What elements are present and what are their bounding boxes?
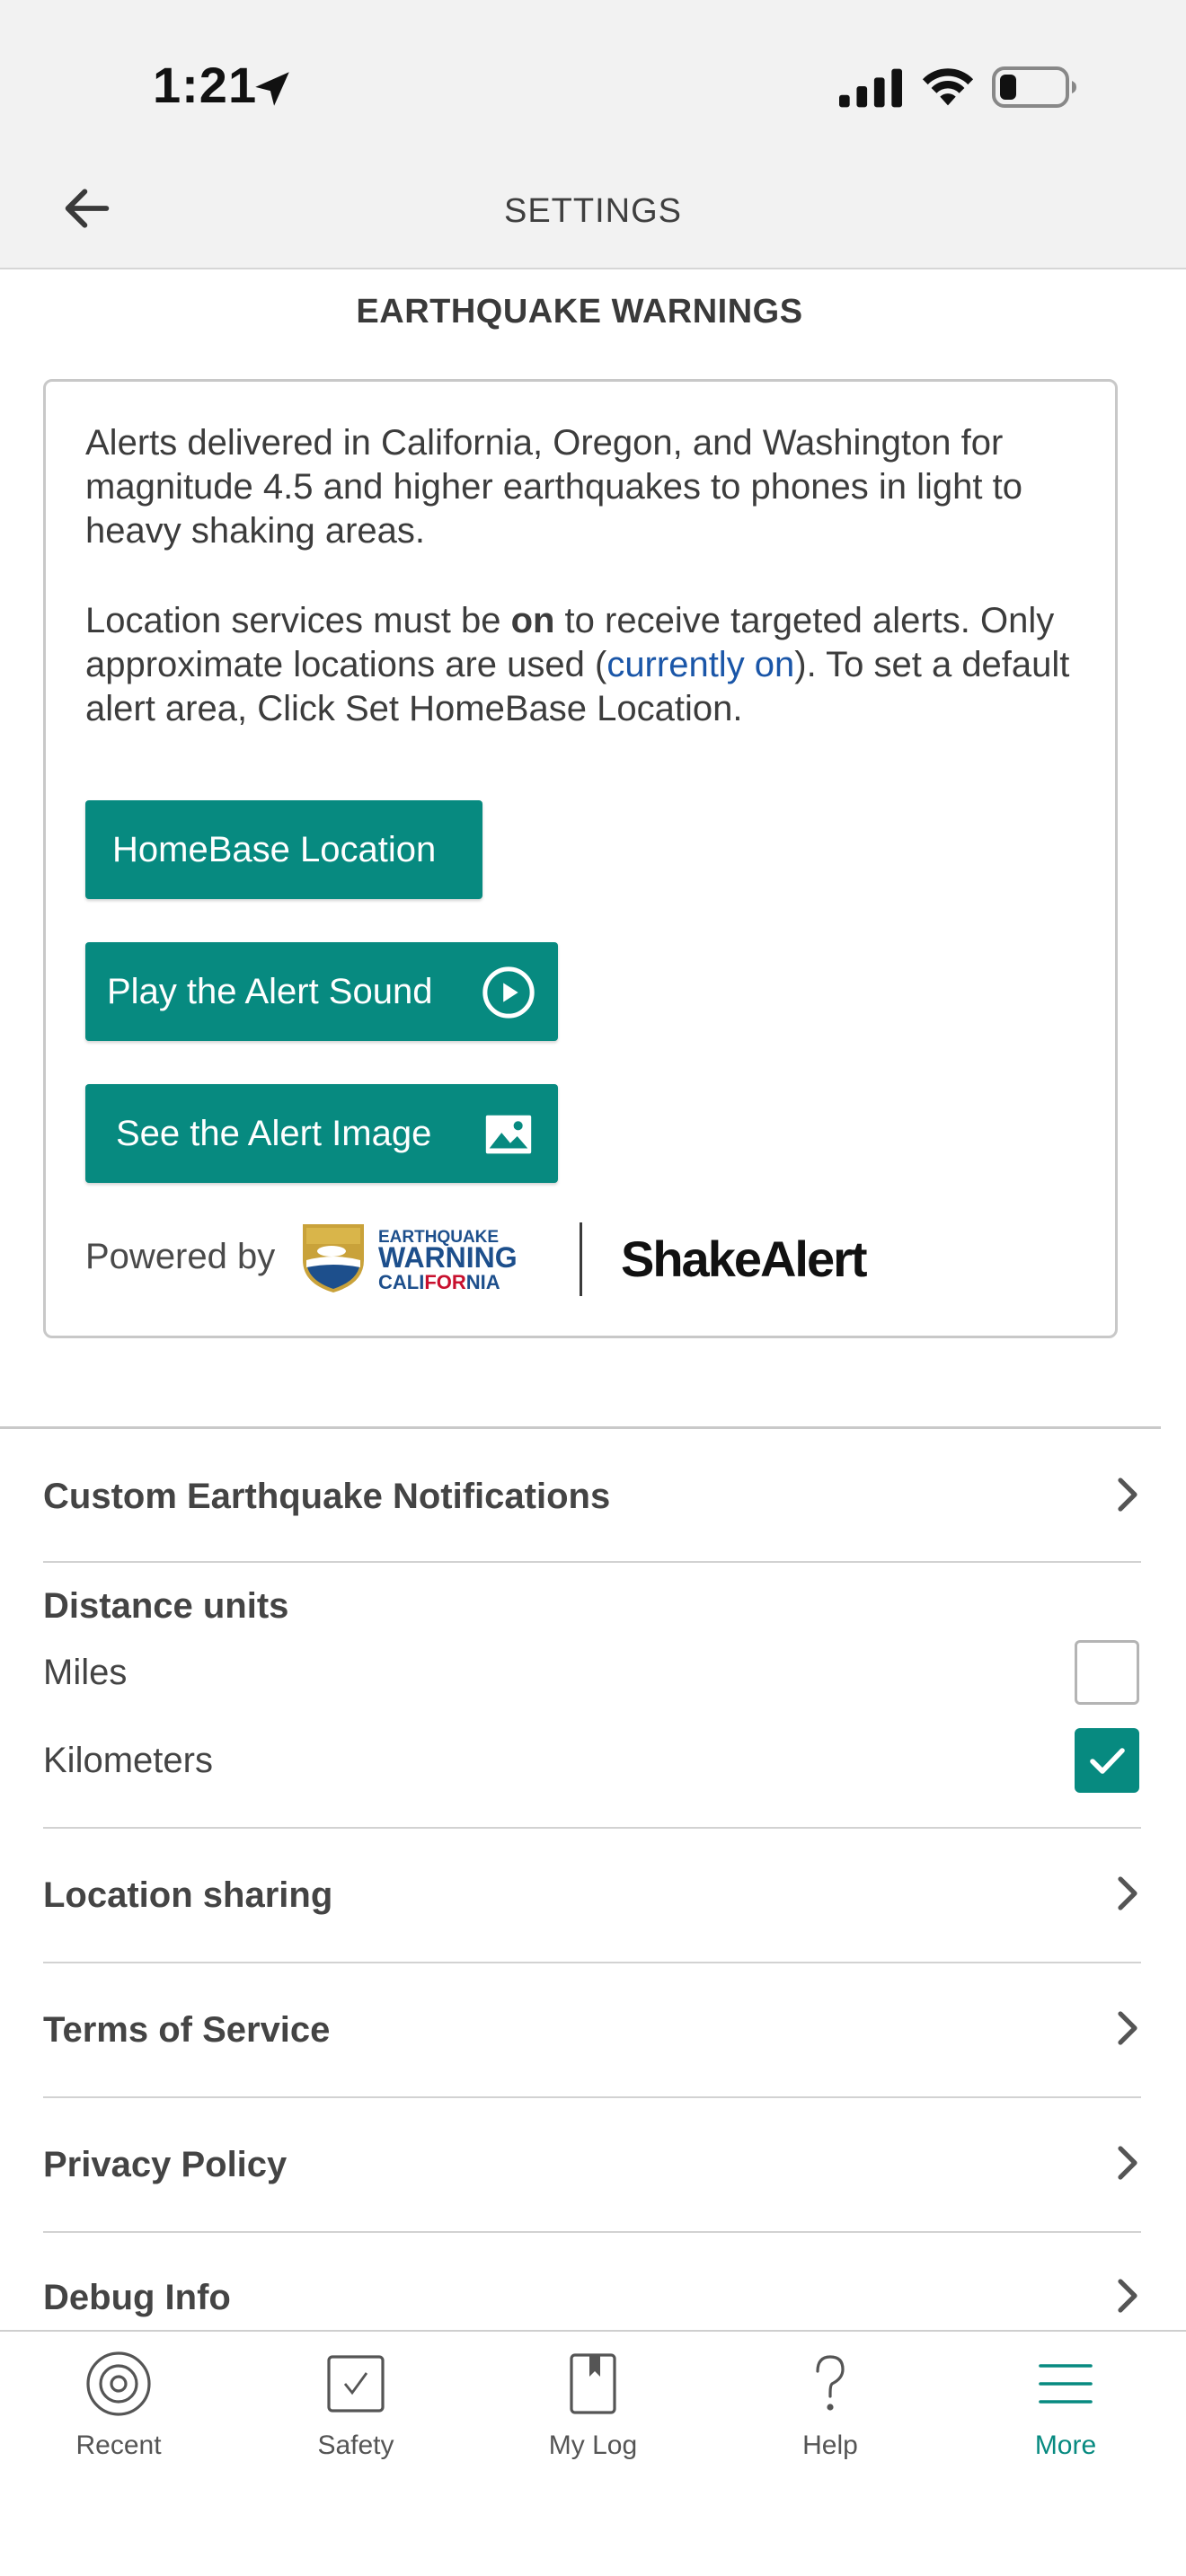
row-divider — [43, 1561, 1141, 1563]
privacy-policy-row[interactable]: Privacy Policy — [43, 2145, 1141, 2185]
terms-of-service-row[interactable]: Terms of Service — [43, 2010, 1141, 2051]
row-divider — [43, 1827, 1141, 1829]
location-status-link[interactable]: currently on — [606, 645, 794, 684]
play-alert-sound-button[interactable]: Play the Alert Sound — [85, 942, 558, 1041]
tab-safety-label: Safety — [317, 2430, 394, 2460]
play-circle-icon — [482, 966, 535, 1019]
row-divider — [43, 1962, 1141, 1963]
battery-icon — [992, 66, 1076, 108]
chevron-right-icon — [1118, 1876, 1137, 1910]
wifi-icon — [922, 68, 974, 106]
alerts-description: Alerts delivered in California, Oregon, … — [85, 423, 1022, 551]
tab-help-label: Help — [802, 2430, 858, 2460]
row-divider — [43, 2096, 1141, 2098]
homebase-location-label: HomeBase Location — [112, 829, 437, 869]
on-emphasis: on — [510, 601, 555, 640]
chevron-right-icon — [1118, 1478, 1137, 1512]
tab-help[interactable]: Help — [758, 2350, 902, 2461]
bottom-tab-bar: Recent Safety My Log Help More — [0, 2330, 1186, 2576]
custom-earthquake-notifications-row[interactable]: Custom Earthquake Notifications — [43, 1477, 1141, 1517]
image-icon — [485, 1115, 532, 1154]
tab-my-log[interactable]: My Log — [521, 2350, 665, 2461]
tab-my-log-label: My Log — [548, 2430, 638, 2460]
logo-divider — [580, 1222, 582, 1296]
chevron-right-icon — [1118, 2279, 1137, 2313]
section-divider — [0, 1426, 1161, 1429]
checkmark-icon — [1090, 1748, 1125, 1774]
location-arrow-icon — [255, 72, 289, 106]
chevron-right-icon — [1118, 2011, 1137, 2045]
menu-icon — [1039, 2364, 1093, 2404]
section-title: EARTHQUAKE WARNINGS — [356, 293, 803, 331]
earthquake-warnings-card: Alerts delivered in California, Oregon, … — [43, 379, 1118, 1338]
svg-text:WARNING: WARNING — [378, 1241, 518, 1274]
top-bar: 1:21 SETTINGS — [0, 0, 1186, 269]
tab-more[interactable]: More — [994, 2350, 1137, 2461]
distance-units-heading: Distance units — [43, 1586, 289, 1626]
location-description: Location services must be on to receive … — [85, 601, 1070, 728]
book-icon — [570, 2353, 616, 2414]
tab-recent[interactable]: Recent — [47, 2350, 190, 2461]
page-title: SETTINGS — [503, 192, 683, 230]
kilometers-option-label: Kilometers — [43, 1741, 213, 1780]
play-alert-sound-label: Play the Alert Sound — [107, 971, 433, 1011]
cellular-signal-icon — [839, 68, 902, 108]
homebase-location-button[interactable]: HomeBase Location — [85, 800, 482, 899]
chevron-right-icon — [1118, 2146, 1137, 2180]
shakealert-logo: ShakeAlert — [621, 1231, 868, 1287]
status-time: 1:21 — [153, 57, 258, 113]
tab-recent-label: Recent — [75, 2430, 162, 2460]
debug-info-row[interactable]: Debug Info — [43, 2278, 1141, 2318]
earthquake-warning-california-logo: EARTHQUAKE WARNING CALIFORNIA — [303, 1224, 518, 1293]
location-sharing-row[interactable]: Location sharing — [43, 1875, 1141, 1916]
powered-by-label: Powered by — [85, 1237, 276, 1276]
see-alert-image-button[interactable]: See the Alert Image — [85, 1084, 558, 1183]
checkbox-icon — [327, 2355, 385, 2413]
tab-more-label: More — [1034, 2430, 1097, 2460]
row-divider — [43, 2231, 1141, 2233]
see-alert-image-label: See the Alert Image — [116, 1113, 432, 1153]
kilometers-checkbox[interactable] — [1075, 1728, 1139, 1793]
tab-safety[interactable]: Safety — [284, 2350, 428, 2461]
miles-option-label: Miles — [43, 1653, 128, 1692]
question-icon — [816, 2355, 845, 2411]
miles-checkbox[interactable] — [1075, 1640, 1139, 1705]
svg-text:CALIFORNIA: CALIFORNIA — [378, 1271, 500, 1293]
target-icon — [86, 2351, 151, 2416]
